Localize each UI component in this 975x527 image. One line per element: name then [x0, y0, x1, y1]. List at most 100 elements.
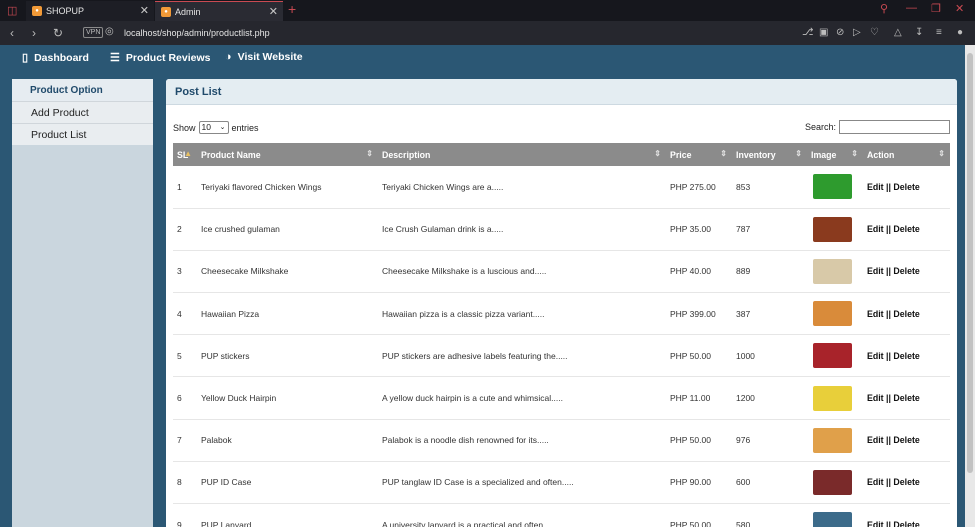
- camera-icon[interactable]: ▣: [819, 27, 828, 38]
- tab-shopup[interactable]: ● SHOPUP ✕: [26, 1, 154, 21]
- send-icon[interactable]: ▷: [853, 27, 861, 38]
- sidebar-heading: Product Option: [12, 79, 153, 101]
- cell-inventory: 600: [736, 477, 751, 488]
- cell-sl: 3: [177, 266, 182, 277]
- product-thumbnail: [813, 174, 852, 200]
- profile-icon[interactable]: ●: [957, 27, 963, 38]
- sidebar-item-product-list[interactable]: Product List: [12, 123, 153, 145]
- list-icon: ☰: [110, 52, 120, 64]
- cell-inventory: 787: [736, 224, 751, 235]
- url-field[interactable]: localhost/shop/admin/productlist.php: [124, 28, 270, 38]
- search-icon[interactable]: ⚲: [880, 2, 888, 15]
- tab-admin[interactable]: ● Admin ✕: [155, 1, 283, 21]
- cell-image: [807, 335, 863, 377]
- sort-icon: ⇕: [654, 149, 661, 158]
- minimize-icon[interactable]: —: [906, 2, 917, 14]
- cell-sl: 9: [177, 519, 182, 527]
- globe-icon: ◑: [225, 51, 232, 63]
- table-row: 1 Teriyaki flavored Chicken Wings Teriyaki…: [173, 166, 950, 209]
- table-row: 8 PUP ID Case PUP tanglaw ID Case is a spe…: [173, 461, 950, 504]
- close-window-icon[interactable]: ✕: [955, 2, 964, 15]
- product-table: SL ▲ Product Name ⇕ Description ⇕ Price ⇕ In…: [173, 143, 950, 527]
- nav-dashboard[interactable]: ▯ Dashboard: [22, 51, 89, 65]
- table-row: 6 Yellow Duck Hairpin A yellow duck hairpi…: [173, 377, 950, 420]
- edit-delete-links[interactable]: Edit || Delete: [863, 419, 950, 461]
- edit-delete-links[interactable]: Edit || Delete: [863, 208, 950, 250]
- download-icon[interactable]: ↧: [915, 27, 923, 38]
- share-icon[interactable]: ⎇: [802, 27, 814, 38]
- post-list-panel: Post List Show 10 ⌄ entries Search: SL ▲ …: [166, 79, 957, 527]
- nav-label: Dashboard: [34, 51, 89, 64]
- edit-delete-links[interactable]: Edit || Delete: [863, 166, 950, 208]
- cell-description: A university lanyard is a practical and …: [382, 519, 555, 527]
- edit-delete-links[interactable]: Edit || Delete: [863, 461, 950, 503]
- cell-sl: 7: [177, 435, 182, 446]
- cell-price: PHP 11.00: [670, 393, 711, 404]
- cell-price: PHP 35.00: [670, 224, 711, 235]
- sort-icon: ⇕: [366, 149, 373, 158]
- close-icon[interactable]: ✕: [269, 5, 278, 18]
- col-product-name[interactable]: Product Name ⇕: [197, 143, 378, 166]
- edit-delete-links[interactable]: Edit || Delete: [863, 504, 950, 527]
- edit-delete-links[interactable]: Edit || Delete: [863, 335, 950, 377]
- admin-nav: ▯ Dashboard ☰ Product Reviews ◑ Visit We…: [0, 45, 975, 71]
- sort-asc-icon: ▲: [184, 149, 192, 158]
- table-controls: Show 10 ⌄ entries Search:: [173, 119, 950, 135]
- sort-icon: ⇕: [938, 149, 945, 158]
- cell-image: [807, 377, 863, 419]
- block-icon[interactable]: ⊘: [836, 27, 844, 38]
- entries-select[interactable]: 10 ⌄: [198, 121, 229, 134]
- search-input[interactable]: [839, 120, 950, 134]
- reload-icon[interactable]: ↻: [53, 26, 63, 40]
- tab-label: Admin: [175, 6, 201, 17]
- heart-icon[interactable]: ♡: [870, 27, 879, 38]
- cell-image: [807, 504, 863, 527]
- col-image[interactable]: Image ⇕: [807, 143, 863, 166]
- new-tab-button[interactable]: +: [288, 1, 296, 17]
- forward-icon[interactable]: ›: [32, 26, 36, 40]
- column-label: Inventory: [736, 149, 776, 160]
- cube-icon[interactable]: △: [894, 27, 902, 38]
- cell-price: PHP 275.00: [670, 181, 716, 192]
- gamepad-icon[interactable]: ◫: [7, 4, 17, 17]
- col-inventory[interactable]: Inventory ⇕: [732, 143, 807, 166]
- edit-delete-links[interactable]: Edit || Delete: [863, 377, 950, 419]
- settings-icon[interactable]: ≡: [936, 27, 942, 38]
- nav-label: Visit Website: [237, 51, 303, 63]
- edit-delete-links[interactable]: Edit || Delete: [863, 250, 950, 292]
- cell-image: [807, 461, 863, 503]
- product-thumbnail: [813, 301, 852, 327]
- table-row: 5 PUP stickers PUP stickers are adhesive l…: [173, 335, 950, 377]
- cell-price: PHP 40.00: [670, 266, 711, 277]
- cell-image: [807, 250, 863, 292]
- col-price[interactable]: Price ⇕: [666, 143, 732, 166]
- table-row: 3 Cheesecake Milkshake Cheesecake Milkshak…: [173, 250, 950, 293]
- nav-product-reviews[interactable]: ☰ Product Reviews: [110, 51, 211, 65]
- cell-sl: 4: [177, 308, 182, 319]
- table-body: 1 Teriyaki flavored Chicken Wings Teriyaki…: [173, 166, 950, 527]
- sidebar-item-add-product[interactable]: Add Product: [12, 101, 153, 123]
- back-icon[interactable]: ‹: [10, 26, 14, 40]
- table-row: 2 Ice crushed gulaman Ice Crush Gulaman dr…: [173, 208, 950, 251]
- cell-inventory: 889: [736, 266, 751, 277]
- cell-inventory: 580: [736, 519, 751, 527]
- show-label: Show: [173, 122, 196, 133]
- table-row: 7 Palabok Palabok is a noodle dish renowne…: [173, 419, 950, 462]
- product-thumbnail: [813, 385, 852, 411]
- edit-delete-links[interactable]: Edit || Delete: [863, 293, 950, 335]
- vertical-scrollbar[interactable]: [965, 45, 975, 527]
- cell-description: Teriyaki Chicken Wings are a.....: [382, 181, 504, 192]
- cell-description: Palabok is a noodle dish renowned for it…: [382, 435, 549, 446]
- col-sl[interactable]: SL ▲: [173, 143, 197, 166]
- sort-icon: ⇕: [795, 149, 802, 158]
- store-icon: ●: [161, 6, 171, 17]
- close-icon[interactable]: ✕: [140, 4, 149, 17]
- maximize-icon[interactable]: ❐: [931, 2, 941, 15]
- cell-description: PUP tanglaw ID Case is a specialized and…: [382, 477, 574, 488]
- scrollbar-thumb[interactable]: [967, 53, 973, 473]
- nav-visit-website[interactable]: ◑ Visit Website: [225, 51, 303, 63]
- col-action[interactable]: Action ⇕: [863, 143, 950, 166]
- sidebar: Product Option Add Product Product List: [12, 79, 153, 527]
- vpn-badge[interactable]: VPN: [83, 27, 104, 38]
- col-description[interactable]: Description ⇕: [378, 143, 666, 166]
